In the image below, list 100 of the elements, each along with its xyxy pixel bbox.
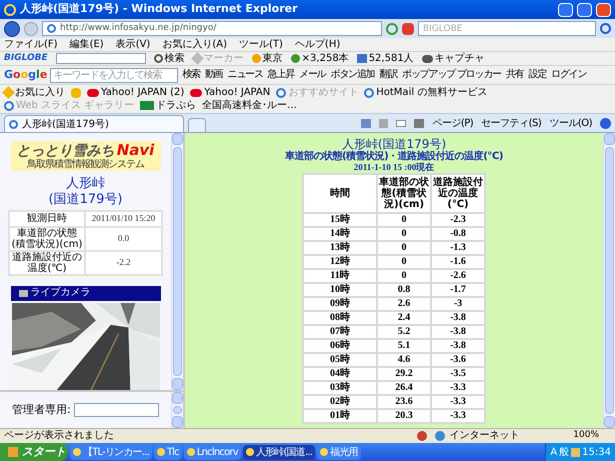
google-toolbar-button[interactable]: ログイン <box>550 69 588 81</box>
menu-item[interactable]: 表示(V) <box>116 38 150 50</box>
search-icon <box>600 23 611 34</box>
toolbar-search-field[interactable] <box>56 53 146 64</box>
table-cell: 10時 <box>304 284 376 296</box>
scrollbar[interactable] <box>603 133 615 428</box>
command-button[interactable]: ページ(P) <box>432 116 474 131</box>
new-tab-button[interactable] <box>188 118 206 132</box>
admin-field[interactable] <box>74 403 159 417</box>
table-cell: 02時 <box>304 396 376 408</box>
table-cell: 14時 <box>304 228 376 240</box>
address-field[interactable]: http://www.infosakyu.ne.jp/ningyo/ <box>42 21 382 36</box>
table-cell: 0 <box>378 242 430 254</box>
table-cell: 4.6 <box>378 354 430 366</box>
toolbar-button[interactable]: 検索 <box>154 52 185 64</box>
toolbar-button[interactable]: ×3,258本 <box>290 52 349 64</box>
zoom-button[interactable]: 100% <box>573 429 611 443</box>
taskbar-button[interactable]: 【TL-リンカー... <box>70 444 152 460</box>
command-button[interactable]: ツール(O) <box>549 116 592 131</box>
google-toolbar-button[interactable]: 検索 <box>181 69 201 81</box>
route-name: (国道179号) <box>48 193 122 207</box>
admin-label: 管理者専用: <box>12 402 71 418</box>
maximize-button[interactable] <box>577 2 592 16</box>
favorite-link[interactable]: HotMail の無料サービス <box>364 86 488 99</box>
toolbar-button[interactable]: 52,581人 <box>356 52 414 64</box>
favorite-link[interactable]: Yahoo! JAPAN <box>190 86 270 99</box>
table-cell: 09時 <box>304 298 376 310</box>
stop-icon <box>402 22 414 34</box>
table-cell: 0.8 <box>378 284 430 296</box>
table-cell: 0 <box>378 256 430 268</box>
table-cell: -3.3 <box>432 410 484 422</box>
table-cell: 0 <box>378 270 430 282</box>
table-cell: 5.2 <box>378 326 430 338</box>
table-cell: -3.5 <box>432 368 484 380</box>
road-icon <box>140 101 154 110</box>
table-cell: 08時 <box>304 312 376 324</box>
favorite-link[interactable]: ドラぷら <box>140 99 196 112</box>
biglobe-logo: BIGLOBE <box>4 52 48 65</box>
page-title: 人形峠(国道179号) <box>342 137 446 151</box>
close-button[interactable] <box>596 2 611 16</box>
zone-label: インターネット <box>449 430 520 442</box>
google-toolbar-button[interactable]: ポップアップ ブロッカー <box>401 69 502 81</box>
favorite-link[interactable]: Yahoo! JAPAN (2) <box>87 86 184 99</box>
table-cell: 20.3 <box>378 410 430 422</box>
people-icon <box>356 54 367 63</box>
google-toolbar-button[interactable]: ニュース <box>226 69 264 81</box>
table-cell: 12時 <box>304 256 376 268</box>
table-cell: 11時 <box>304 270 376 282</box>
status-message: ページが表示されました <box>4 430 115 442</box>
back-button[interactable] <box>4 20 20 36</box>
logo-subtitle: 鳥取県積雪情報観測システム <box>27 159 144 170</box>
google-toolbar-button[interactable]: 共有 <box>504 69 525 81</box>
table-cell: 26.4 <box>378 382 430 394</box>
table-cell: -3 <box>432 298 484 310</box>
table-cell: 2.6 <box>378 298 430 310</box>
camera-icon <box>18 290 28 296</box>
table-cell: 06時 <box>304 340 376 352</box>
google-search-field[interactable]: キーワードを入力して検索 <box>50 68 178 82</box>
toolbar-button[interactable]: 東京 <box>252 52 283 64</box>
taskbar-button[interactable]: Tlc <box>154 444 182 460</box>
weather-icon <box>252 54 261 63</box>
taskbar-button[interactable]: 人形峠(国道... <box>242 444 316 460</box>
minimize-button[interactable] <box>558 2 573 16</box>
google-toolbar-button[interactable]: メール <box>298 69 327 81</box>
search-field[interactable]: BIGLOBE <box>418 21 596 36</box>
command-button[interactable]: セーフティ(S) <box>481 116 542 131</box>
browser-tab[interactable]: 人形峠(国道179号) <box>4 115 184 132</box>
google-toolbar-button[interactable]: 動画 <box>204 69 224 81</box>
table-cell: -3.3 <box>432 396 484 408</box>
table-cell: 13時 <box>304 242 376 254</box>
taskbar-button[interactable]: 福光用 <box>317 444 361 460</box>
app-icon <box>73 448 81 456</box>
google-toolbar-button[interactable]: 翻訳 <box>378 69 398 81</box>
table-cell: -3.6 <box>432 354 484 366</box>
menu-item[interactable]: お気に入り(A) <box>162 38 227 50</box>
ie-logo-icon <box>4 4 16 16</box>
google-toolbar-button[interactable]: ボタン追加 <box>330 69 376 81</box>
mail-icon <box>396 120 406 127</box>
menu-item[interactable]: ヘルプ(H) <box>294 38 340 50</box>
scrollbar[interactable] <box>171 133 183 390</box>
table-header-cell: 道路施設付近の温度(℃) <box>10 252 84 274</box>
start-button[interactable]: スタート <box>0 443 68 461</box>
table-cell: -3.8 <box>432 326 484 338</box>
app-icon <box>246 448 254 456</box>
favorite-link[interactable]: 全国高速料金･ルー... <box>202 99 297 112</box>
favorite-link[interactable]: お気に入り <box>4 86 65 99</box>
google-toolbar-button[interactable]: 急上昇 <box>266 69 296 81</box>
taskbar-button[interactable]: Lnclncorv <box>184 444 241 460</box>
table-cell: 2011/01/10 15:20 <box>86 212 161 226</box>
favorite-link[interactable] <box>71 86 81 99</box>
toolbar-button[interactable]: キャプチャ <box>422 52 485 64</box>
forward-button[interactable] <box>24 22 38 36</box>
scrollbar[interactable] <box>171 392 183 428</box>
google-toolbar-button[interactable]: 設定 <box>528 69 548 81</box>
menu-item[interactable]: ツール(T) <box>239 38 283 50</box>
menu-item[interactable]: 編集(E) <box>70 38 104 50</box>
table-cell: -3.8 <box>432 312 484 324</box>
menu-item[interactable]: ファイル(F) <box>4 38 58 50</box>
table-cell: 23.6 <box>378 396 430 408</box>
table-cell: 03時 <box>304 382 376 394</box>
